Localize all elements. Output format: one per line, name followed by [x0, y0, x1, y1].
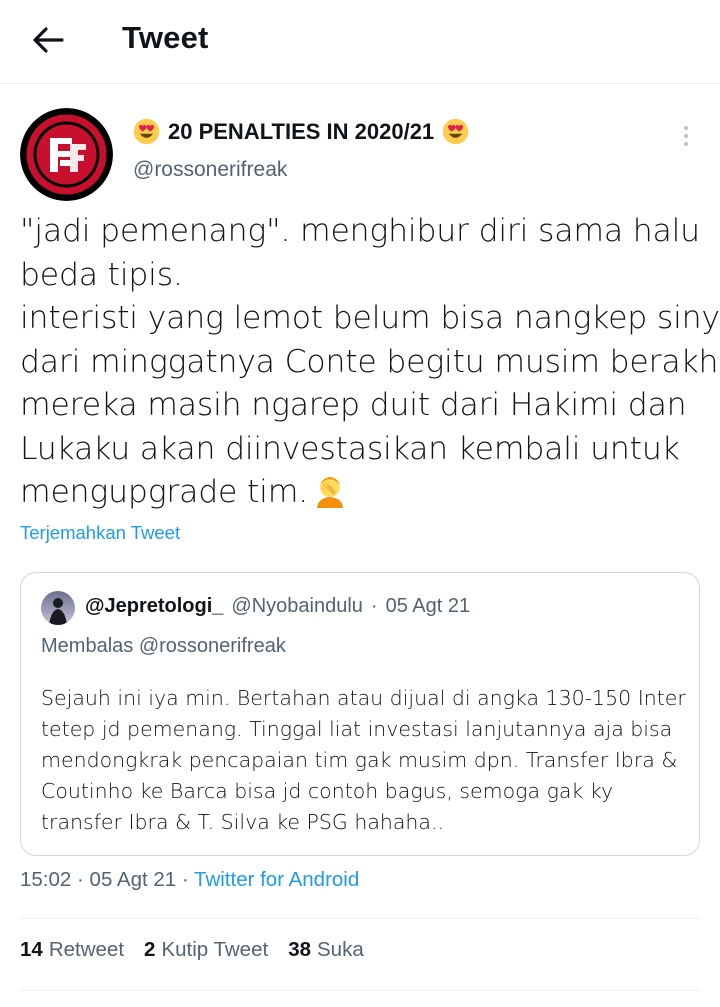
author-name: 20 PENALTIES IN 2020/21 [168, 118, 435, 144]
quoted-line: Sejauh ini iya min. Bertahan atau dijual… [41, 686, 686, 710]
quoted-author-handle[interactable]: @Nyobaindulu [231, 595, 363, 618]
tweet-line: mereka masih ngarep duit dari Hakimi dan [20, 387, 687, 423]
heart-eyes-emoji-icon [442, 118, 469, 145]
tweet-line: mengupgrade tim. [20, 474, 309, 510]
likes-stat[interactable]: 38 Suka [288, 938, 364, 962]
like-count: 38 [288, 938, 311, 961]
more-dot-icon [684, 134, 688, 138]
retweet-count: 14 [20, 938, 43, 961]
quoted-line: Coutinho ke Barca bisa jd contoh bagus, … [41, 779, 614, 803]
translate-tweet-link[interactable]: Terjemahkan Tweet [20, 522, 180, 544]
silhouette-avatar [41, 591, 75, 625]
quoted-reply-to: Membalas @rossonerifreak [41, 635, 286, 657]
arrow-left-icon [33, 27, 64, 53]
tweet-line: Lukaku akan diinvestasikan kembali untuk [20, 430, 680, 467]
like-label: Suka [317, 938, 364, 961]
more-dot-icon [684, 142, 688, 146]
quoted-line: tetep jd pemenang. Tinggal liat investas… [41, 717, 673, 741]
tweet-line: "jadi pemenang". menghibur diri sama hal… [20, 213, 700, 249]
divider [20, 990, 700, 991]
back-button[interactable] [26, 20, 70, 60]
author-handle[interactable]: @rossonerifreak [133, 158, 287, 182]
divider [20, 918, 700, 919]
retweet-label: Retweet [48, 938, 125, 961]
quoted-header: @Jepretologi_ @Nyobaindulu · 05 Agt 21 [85, 595, 470, 618]
retweets-stat[interactable]: 14 Retweet [20, 938, 124, 962]
facepalm-emoji-icon [317, 477, 344, 508]
tweet-meta: 15:02 · 05 Agt 21 · Twitter for Android [20, 868, 359, 892]
more-options-button[interactable] [672, 118, 700, 154]
quoted-author-name[interactable]: @Jepretologi_ [85, 595, 223, 618]
quoted-line: mendongkrak pencapaian tim gak musim dpn… [41, 748, 678, 772]
engagement-stats: 14 Retweet 2 Kutip Tweet 38 Suka [20, 938, 364, 962]
quote-tweet-label: Kutip Tweet [161, 938, 269, 961]
tweet-line: dari minggatnya Conte begitu musim berak… [20, 343, 720, 380]
heart-eyes-emoji-icon [133, 118, 160, 145]
meta-separator: · [77, 868, 84, 891]
quoted-tweet[interactable]: @Jepretologi_ @Nyobaindulu · 05 Agt 21 M… [20, 572, 700, 856]
tweet-line: interisti yang lemot belum bisa nangkep … [20, 300, 720, 336]
quoted-text: Sejauh ini iya min. Bertahan atau dijual… [41, 683, 691, 838]
top-bar: Tweet [0, 0, 720, 84]
quote-tweets-stat[interactable]: 2 Kutip Tweet [144, 938, 268, 962]
page-title: Tweet [122, 20, 209, 55]
rossoneri-logo [20, 108, 113, 201]
more-dot-icon [684, 126, 688, 130]
quote-tweet-count: 2 [144, 938, 156, 961]
quoted-line: transfer Ibra & T. Silva ke PSG hahaha.. [41, 810, 445, 834]
author-name-row[interactable]: 20 PENALTIES IN 2020/21 [133, 118, 469, 145]
meta-separator: · [370, 595, 378, 617]
quoted-date[interactable]: 05 Agt 21 [386, 595, 471, 618]
tweet-source-link[interactable]: Twitter for Android [194, 868, 359, 891]
tweet-date[interactable]: 05 Agt 21 [90, 868, 177, 891]
tweet-line-last: mengupgrade tim. [20, 471, 710, 515]
meta-separator: · [181, 868, 189, 891]
quoted-avatar[interactable] [41, 591, 75, 625]
tweet-line: beda tipis. [20, 256, 183, 293]
tweet-text: "jadi pemenang". menghibur diri sama hal… [20, 210, 720, 515]
tweet-time[interactable]: 15:02 [20, 868, 71, 891]
avatar[interactable] [20, 108, 113, 201]
